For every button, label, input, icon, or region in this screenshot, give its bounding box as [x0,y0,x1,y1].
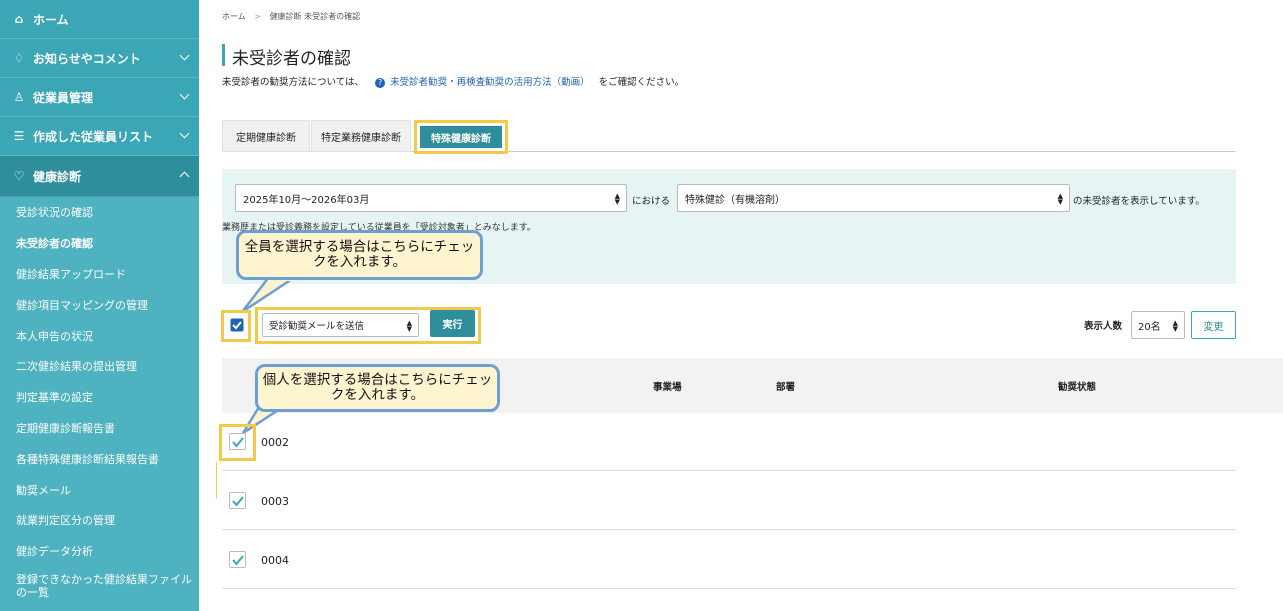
help-icon: ? [375,78,386,88]
sidebar-subitem[interactable]: 登録できなかった健診結果ファイルの一覧 [0,567,199,611]
sidebar-item-label: 作成した従業員リスト [33,129,154,144]
tab-regular-checkup[interactable]: 定期健康診断 [222,120,310,152]
chevron-down-icon [179,89,190,100]
change-button[interactable]: 変更 [1191,311,1236,339]
column-header-department: 部署 [776,382,796,393]
table-row: 0004 [222,531,1236,589]
breadcrumb-current: 健康診断 未受診者の確認 [269,12,361,21]
sidebar-subitem[interactable]: 判定基準の設定 [0,382,199,413]
execute-button[interactable]: 実行 [430,310,475,337]
chevron-up-icon [179,171,190,182]
filter-after-text: の未受診者を表示しています。 [1073,196,1205,207]
callout-select-individual: 個人を選択する場合はこちらにチェックを入れます。 [255,364,500,412]
table-row: 0002 [222,413,1236,471]
display-count-select[interactable]: 20名 ▲ ▼ [1131,311,1185,339]
display-count-value: 20名 [1138,321,1161,333]
checkup-type-tabs: 定期健康診断 特定業務健康診断 特殊健康診断 [222,120,1236,154]
check-icon [232,555,244,566]
main-content: ホーム > 健康診断 未受診者の確認 未受診者の確認 未受診者の勧奨方法について… [199,0,1283,607]
row-checkbox[interactable] [229,492,246,509]
select-all-checkbox[interactable] [230,318,244,332]
sidebar-subitem[interactable]: 二次健診結果の提出管理 [0,351,199,382]
page-description: 未受診者の勧奨方法については、 ? 未受診者勧奨・再検査勧奨の活用方法（動画） … [222,74,684,88]
display-count-label: 表示人数 [1084,321,1123,332]
sidebar: ⌂ ホーム ♢ お知らせやコメント ♙ 従業員管理 ☰ 作成した従業員リスト ♡… [0,0,199,611]
sidebar-item-employees[interactable]: ♙ 従業員管理 [0,78,199,117]
sidebar-subitem[interactable]: 本人申告の状況 [0,320,199,351]
list-icon: ☰ [13,129,25,143]
exam-type-select-value: 特殊健診（有機溶剤） [685,194,785,206]
sidebar-subitem[interactable]: 健診結果アップロード [0,259,199,290]
row-checkbox[interactable] [229,551,246,568]
check-icon [232,496,244,507]
sidebar-subitem[interactable]: 健診項目マッピングの管理 [0,289,199,320]
period-select[interactable]: 2025年10月～2026年03月 ▲ ▼ [235,184,627,212]
home-icon: ⌂ [14,12,24,26]
sidebar-subitem[interactable]: 各種特殊健康診断結果報告書 [0,443,199,474]
tab-special-checkup[interactable]: 特殊健康診断 [414,120,508,154]
chevron-down-icon [179,128,190,139]
video-guide-link[interactable]: 未受診者勧奨・再検査勧奨の活用方法（動画） [390,77,590,88]
employee-id: 0003 [261,495,289,508]
chevron-down-icon [179,50,190,61]
table-row: 0003 [222,472,1236,530]
sidebar-item-health-checkup[interactable]: ♡ 健康診断 [0,156,199,197]
sidebar-item-notices[interactable]: ♢ お知らせやコメント [0,39,199,78]
sidebar-subitem[interactable]: 勧奨メール [0,474,199,505]
users-icon: ♙ [13,90,25,104]
title-accent-bar [222,44,225,66]
select-arrows-icon: ▲ ▼ [614,192,620,206]
employee-id: 0002 [261,436,289,449]
bell-icon: ♢ [13,51,25,65]
select-arrows-icon: ▲ ▼ [1057,192,1063,206]
bulk-action-select-value: 受診勧奨メールを送信 [269,321,365,332]
sidebar-item-label: ホーム [33,12,69,27]
bulk-action-select[interactable]: 受診勧奨メールを送信 ▲ ▼ [262,313,419,337]
breadcrumb-home-link[interactable]: ホーム [222,12,246,21]
sidebar-item-employee-lists[interactable]: ☰ 作成した従業員リスト [0,117,199,156]
tab-special-checkup-label: 特殊健康診断 [420,126,502,148]
select-arrows-icon: ▲ ▼ [406,319,412,333]
callout-select-all: 全員を選択する場合はこちらにチェックを入れます。 [236,230,483,280]
breadcrumb: ホーム > 健康診断 未受診者の確認 [222,11,360,22]
highlight-row-checkbox [219,424,256,461]
period-select-value: 2025年10月～2026年03月 [243,194,370,206]
sidebar-subitem-active[interactable]: 未受診者の確認 [0,228,199,259]
description-text: 未受診者の勧奨方法については、 [222,77,365,88]
sidebar-subitem[interactable]: 受診状況の確認 [0,197,199,228]
select-arrows-icon: ▲ ▼ [1172,319,1178,333]
tab-specific-work-checkup[interactable]: 特定業務健康診断 [311,120,411,152]
scroll-indicator [216,462,217,498]
sidebar-submenu: 受診状況の確認 未受診者の確認 健診結果アップロード 健診項目マッピングの管理 … [0,197,199,611]
page-title: 未受診者の確認 [232,49,351,69]
sidebar-item-label: お知らせやコメント [33,51,141,66]
column-header-site: 事業場 [653,382,682,393]
sidebar-subitem[interactable]: 定期健康診断報告書 [0,413,199,444]
sidebar-item-label: 従業員管理 [33,90,94,105]
sidebar-subitem[interactable]: 健診データ分析 [0,536,199,567]
sidebar-subitem[interactable]: 就業判定区分の管理 [0,505,199,536]
description-text-after: をご確認ください。 [598,77,685,88]
sidebar-item-label: 健康診断 [33,169,82,184]
sidebar-item-home[interactable]: ⌂ ホーム [0,0,199,39]
filter-in-text: における [632,196,671,207]
exam-type-select[interactable]: 特殊健診（有機溶剤） ▲ ▼ [677,184,1070,212]
employee-id: 0004 [261,554,289,567]
stethoscope-icon: ♡ [13,169,25,183]
column-header-status: 勧奨状態 [1058,382,1097,393]
breadcrumb-separator: > [254,12,262,21]
